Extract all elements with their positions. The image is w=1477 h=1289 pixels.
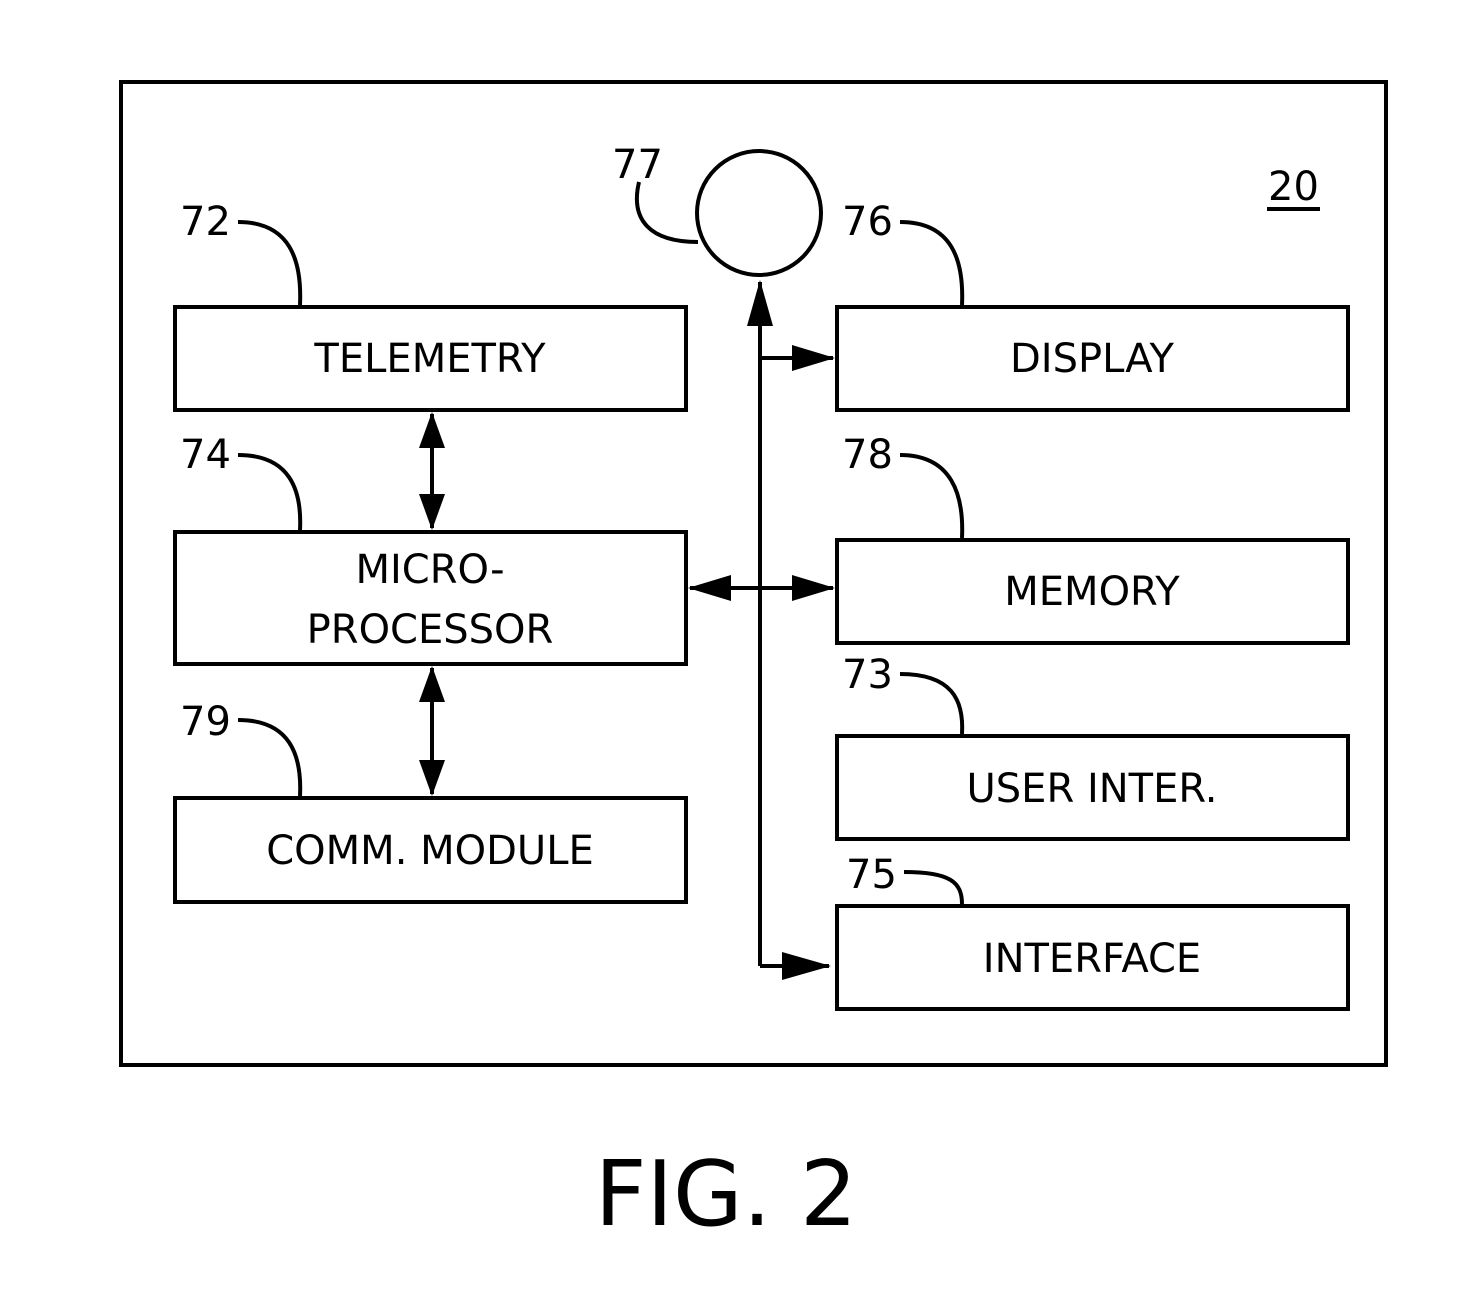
ref-75: 75 <box>846 852 964 905</box>
interface-block: INTERFACE <box>835 904 1350 1011</box>
device-ref-label: 20 <box>1268 164 1319 210</box>
microprocessor-block: MICRO- PROCESSOR <box>173 530 688 666</box>
ref-74: 74 <box>180 432 303 531</box>
microprocessor-label-line2: PROCESSOR <box>307 607 554 653</box>
arrowhead-to-telemetry <box>419 412 445 448</box>
ref-75-label: 75 <box>846 852 897 898</box>
telemetry-label: TELEMETRY <box>313 336 546 382</box>
circle-component <box>695 149 823 277</box>
user-interface-block: USER INTER. <box>835 734 1350 841</box>
interface-label: INTERFACE <box>983 936 1201 982</box>
comm-module-block: COMM. MODULE <box>173 796 688 904</box>
ref-78-label: 78 <box>842 432 893 478</box>
ref-72: 72 <box>180 199 303 306</box>
memory-block: MEMORY <box>835 538 1350 645</box>
arrowhead-to-comm-module <box>419 760 445 796</box>
ref-77-label: 77 <box>612 142 663 188</box>
ref-73-label: 73 <box>842 652 893 698</box>
ref-76-label: 76 <box>842 199 893 245</box>
arrowhead-to-interface <box>782 952 831 980</box>
ref-79-label: 79 <box>180 699 231 745</box>
comm-module-label: COMM. MODULE <box>266 828 594 874</box>
ref-78: 78 <box>842 432 965 539</box>
microprocessor-label-line1: MICRO- <box>355 547 504 593</box>
ref-72-label: 72 <box>180 199 231 245</box>
ref-79: 79 <box>180 699 303 797</box>
arrowhead-to-microprocessor-top <box>419 494 445 530</box>
arrowhead-to-display <box>792 345 835 371</box>
arrowhead-to-microprocessor-side <box>688 575 731 601</box>
figure-caption: FIG. 2 <box>595 1142 858 1247</box>
ref-77: 77 <box>612 142 699 244</box>
display-label: DISPLAY <box>1010 336 1175 382</box>
memory-label: MEMORY <box>1004 569 1180 615</box>
ref-74-label: 74 <box>180 432 231 478</box>
user-interface-label: USER INTER. <box>967 766 1218 812</box>
ref-73: 73 <box>842 652 965 735</box>
display-block: DISPLAY <box>835 305 1350 412</box>
arrowhead-to-circle <box>747 280 773 326</box>
ref-76: 76 <box>842 199 965 306</box>
arrowhead-to-memory <box>792 575 835 601</box>
block-diagram: 20 TELEMETRY MICRO- PROCESSOR COMM. MODU… <box>119 80 1388 1247</box>
telemetry-block: TELEMETRY <box>173 305 688 412</box>
arrowhead-to-microprocessor-bottom <box>419 666 445 702</box>
